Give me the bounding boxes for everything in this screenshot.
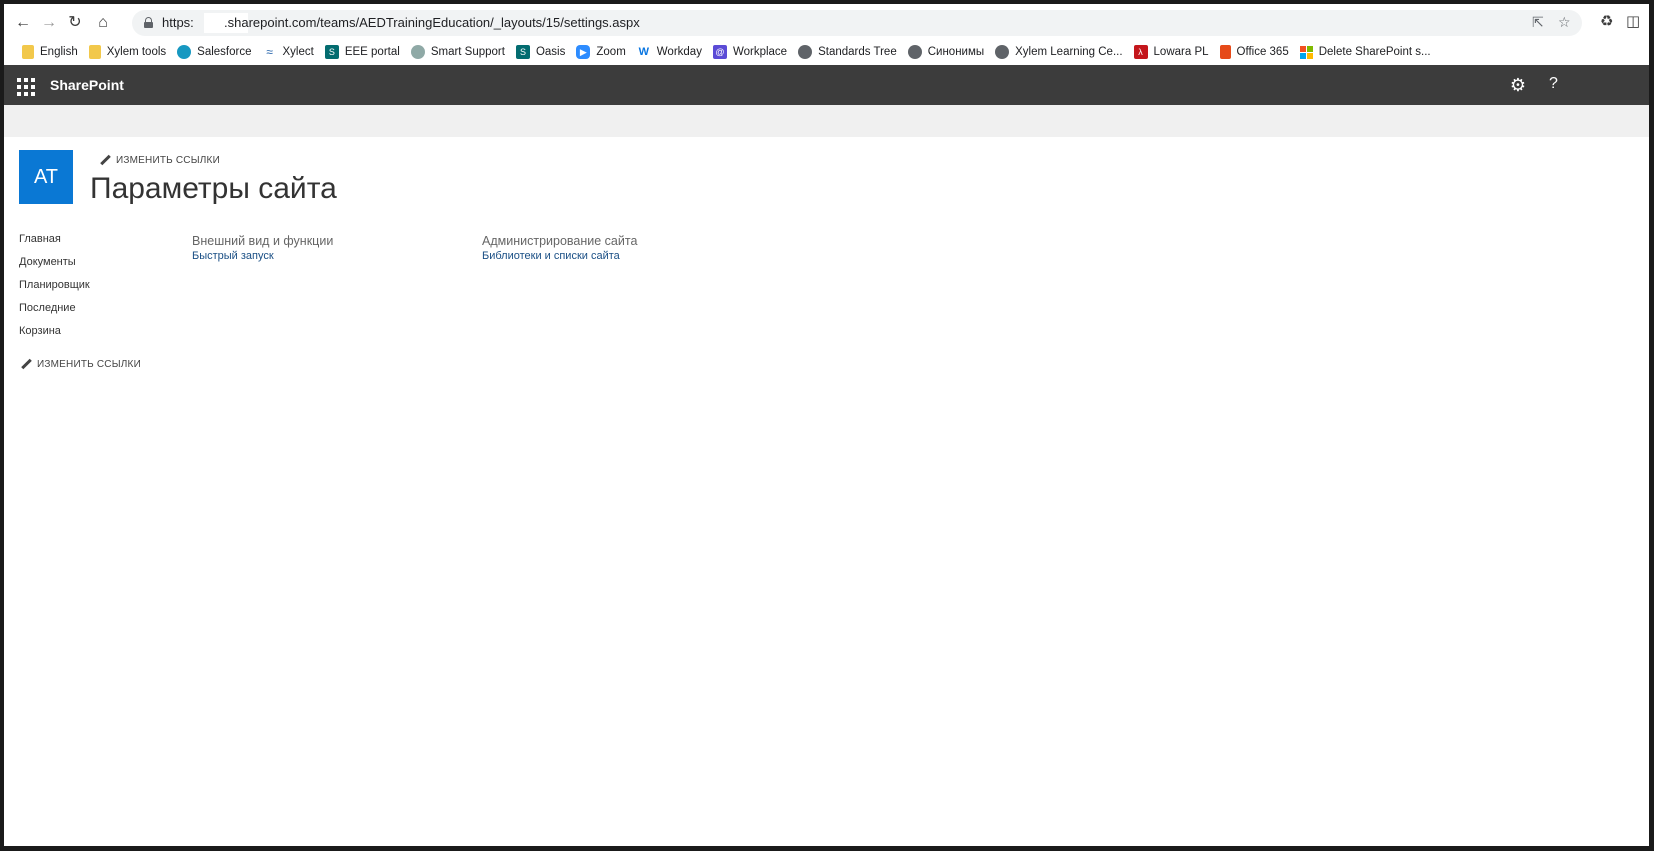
puzzle-icon[interactable]: ♻ [1600, 12, 1613, 30]
url-scheme: https: [162, 15, 194, 30]
bookmarks-bar: English Xylem tools Salesforce ≈ Xylect S… [4, 40, 1649, 64]
address-bar[interactable]: https: .sharepoint.com/teams/AEDTraining… [132, 10, 1582, 36]
page-title: Параметры сайта [90, 172, 337, 205]
nav-item-recycle-bin[interactable]: Корзина [19, 324, 90, 347]
bookmark-standards-tree[interactable]: Standards Tree [794, 42, 904, 62]
side-panel-icon[interactable]: ◫ [1626, 12, 1640, 30]
ribbon-bar [4, 105, 1649, 137]
pencil-icon [100, 155, 111, 166]
browser-window: ← → ↻ ⌂ https: .sharepoint.com/teams/AED… [0, 0, 1654, 851]
globe-icon [907, 45, 922, 59]
bookmark-salesforce[interactable]: Salesforce [173, 42, 258, 62]
globe-icon [995, 45, 1010, 59]
nav-item-documents[interactable]: Документы [19, 255, 90, 278]
site-logo[interactable]: AT [19, 150, 73, 204]
workday-icon: W [638, 46, 649, 58]
salesforce-cloud-icon [177, 45, 192, 59]
share-icon[interactable]: ⇱ [1532, 14, 1544, 31]
app-launcher-icon[interactable] [14, 75, 35, 96]
sharepoint-icon: S [515, 45, 530, 59]
suite-bar: SharePoint ⚙ ? [4, 65, 1649, 105]
settings-group-header: Администрирование сайта [482, 234, 638, 248]
globe-icon [798, 45, 813, 59]
back-arrow-icon[interactable]: ← [12, 12, 34, 34]
workplace-icon: @ [712, 45, 727, 59]
quick-launch-link[interactable]: Быстрый запуск [192, 250, 333, 262]
bookmark-workplace[interactable]: @ Workplace [709, 42, 794, 62]
lock-icon [144, 17, 153, 28]
forward-arrow-icon[interactable]: → [38, 12, 60, 34]
bookmark-xylect[interactable]: ≈ Xylect [259, 42, 321, 62]
bookmark-office-365[interactable]: Office 365 [1216, 42, 1296, 62]
site-libraries-and-lists-link[interactable]: Библиотеки и списки сайта [482, 250, 637, 262]
browser-toolbar: ← → ↻ ⌂ https: .sharepoint.com/teams/AED… [4, 4, 1649, 40]
bookmark-smart-support[interactable]: Smart Support [407, 42, 512, 62]
folder-icon [22, 45, 34, 59]
reload-icon[interactable]: ↻ [64, 12, 86, 34]
bookmark-xylem-learning[interactable]: Xylem Learning Ce... [991, 42, 1129, 62]
bookmark-oasis[interactable]: S Oasis [512, 42, 572, 62]
edit-links-nav-button[interactable]: ИЗМЕНИТЬ ССЫЛКИ [21, 359, 141, 370]
bookmark-workday[interactable]: W Workday [633, 42, 709, 62]
bookmark-delete-sharepoint[interactable]: Delete SharePoint s... [1296, 42, 1438, 62]
zoom-camera-icon: ▶ [576, 45, 591, 59]
edit-links-top-button[interactable]: ИЗМЕНИТЬ ССЫЛКИ [100, 155, 220, 166]
nav-item-planner[interactable]: Планировщик [19, 278, 90, 301]
bookmark-english[interactable]: English [18, 42, 85, 62]
bookmark-lowara-pl[interactable]: λ Lowara PL [1130, 42, 1216, 62]
microsoft-logo-icon [1299, 45, 1313, 59]
settings-group-header: Внешний вид и функции [192, 234, 334, 248]
office-icon [1219, 45, 1231, 59]
settings-group-look-and-feel: Внешний вид и функции Быстрый запуск [192, 234, 333, 262]
help-icon[interactable]: ? [1549, 75, 1558, 93]
bookmark-synonyms[interactable]: Синонимы [904, 42, 991, 62]
home-icon[interactable]: ⌂ [92, 12, 114, 34]
xylect-icon: ≈ [266, 45, 273, 59]
sharepoint-brand-link[interactable]: SharePoint [50, 77, 124, 93]
nav-item-home[interactable]: Главная [19, 232, 90, 255]
support-icon [410, 45, 425, 59]
bookmark-eee-portal[interactable]: S EEE portal [321, 42, 407, 62]
bookmark-zoom[interactable]: ▶ Zoom [572, 42, 632, 62]
url-text: .sharepoint.com/teams/AEDTrainingEducati… [224, 15, 640, 30]
nav-item-recent[interactable]: Последние [19, 301, 90, 324]
settings-group-site-administration: Администрирование сайта Библиотеки и спи… [482, 234, 637, 262]
star-icon[interactable]: ☆ [1558, 14, 1571, 31]
pencil-icon [21, 359, 32, 370]
pdf-icon: λ [1133, 45, 1148, 59]
folder-icon [88, 45, 101, 59]
sharepoint-icon: S [324, 45, 339, 59]
gear-icon[interactable]: ⚙ [1508, 75, 1528, 95]
bookmark-xylem-tools[interactable]: Xylem tools [85, 42, 173, 62]
quick-launch-nav: Главная Документы Планировщик Последние … [19, 232, 90, 347]
